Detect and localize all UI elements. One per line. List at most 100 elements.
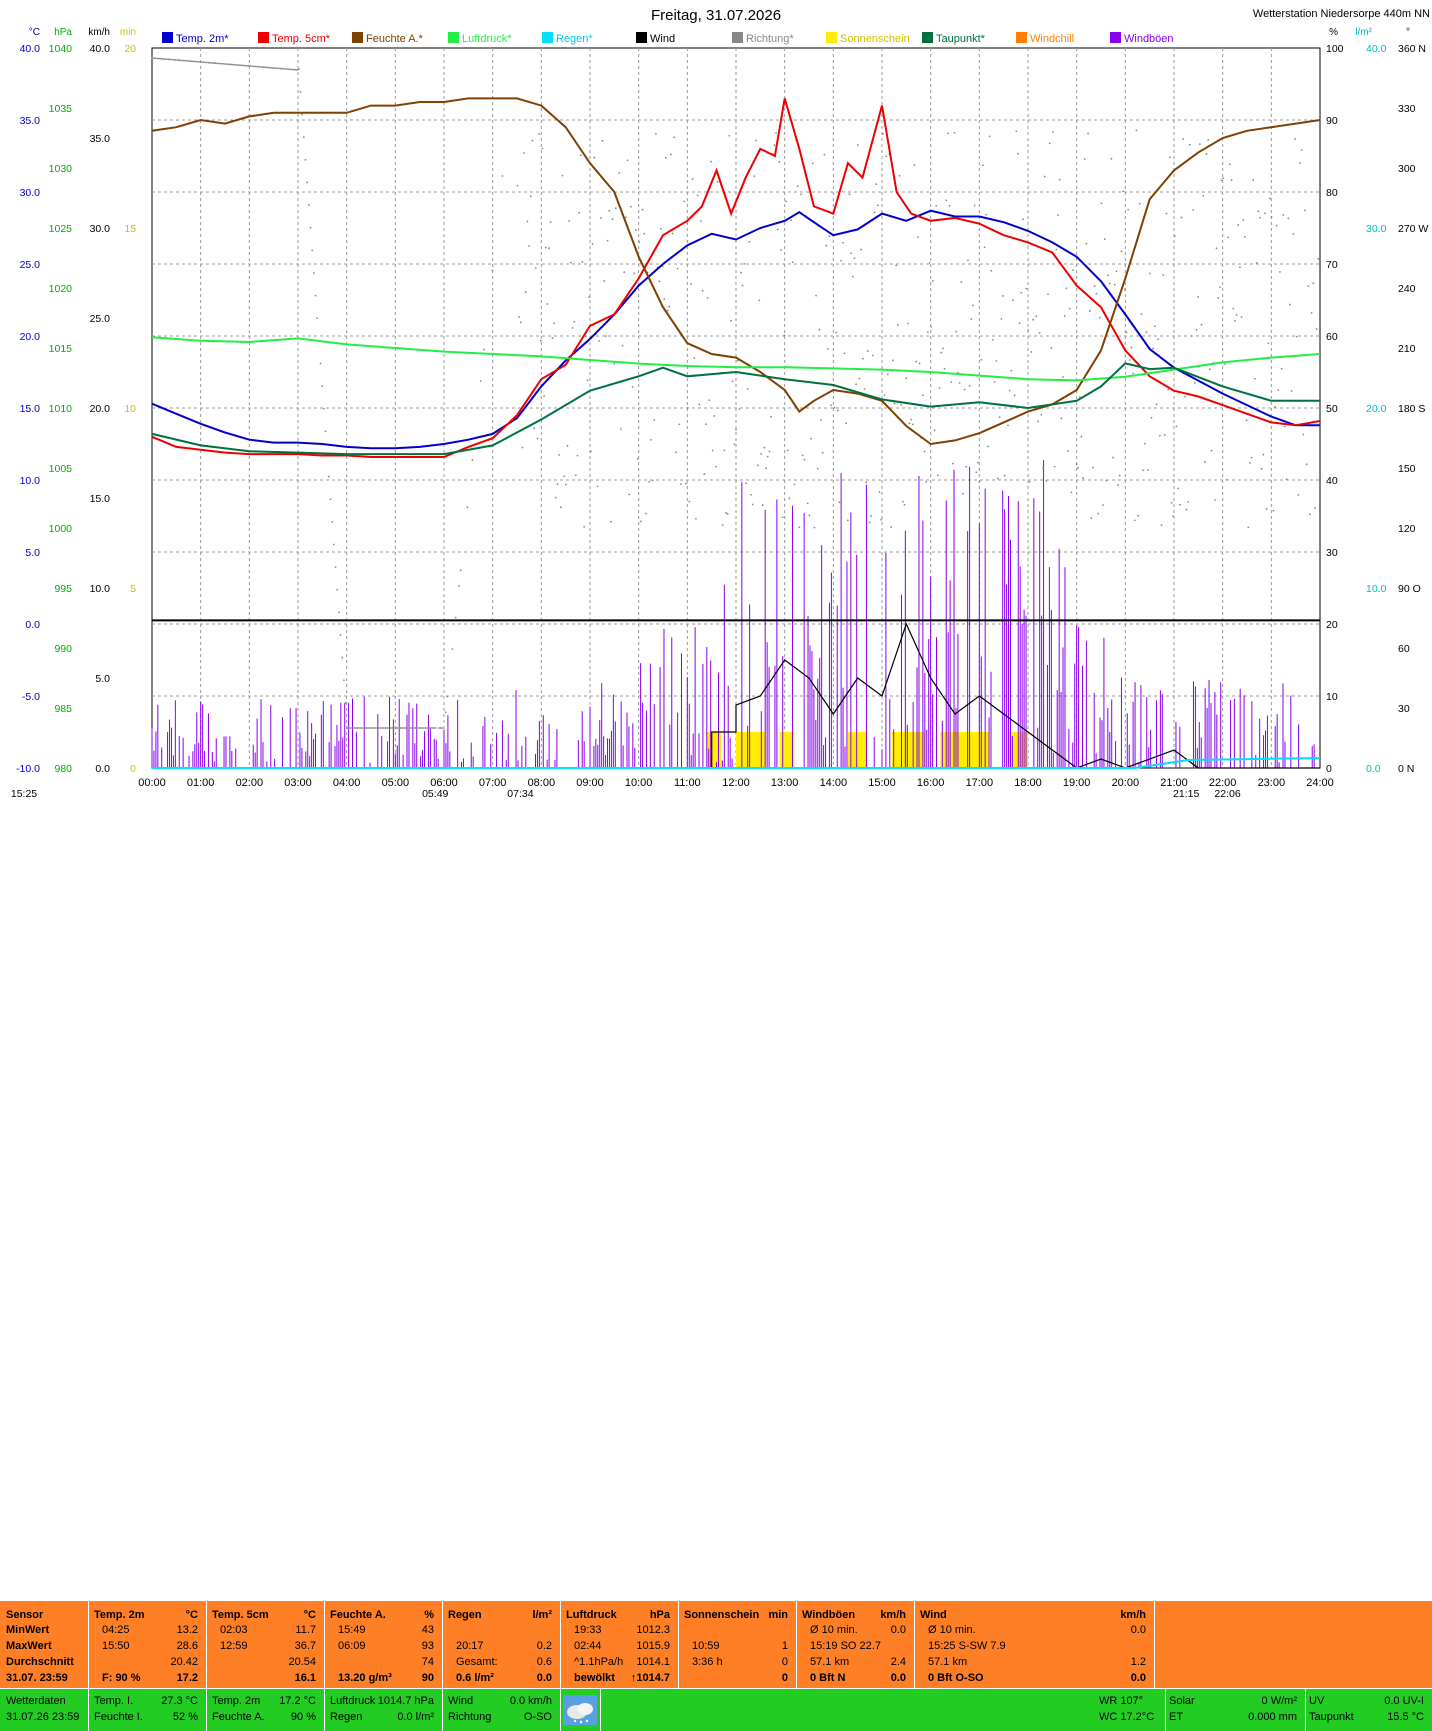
richtung-point [921,394,924,397]
richtung-point [344,702,347,704]
richtung-point [356,727,359,729]
richtung-point [566,444,569,447]
richtung-point [926,331,929,334]
richtung-point [331,520,334,523]
richtung-point [576,454,579,457]
richtung-point [843,352,846,355]
x-tick-label: 07:00 [479,777,507,789]
cell-label: 0 Bft O-SO [928,1672,984,1684]
richtung-point [673,136,676,139]
richtung-point [660,227,662,230]
axis-tick-label: 1005 [49,463,73,475]
richtung-point [1130,346,1133,349]
richtung-point [321,385,324,388]
richtung-point [706,297,709,299]
richtung-point [763,446,766,449]
richtung-point [179,59,182,62]
richtung-point [409,727,412,729]
richtung-point [232,63,235,66]
richtung-point [1302,433,1305,436]
richtung-point [955,330,958,333]
richtung-point [266,66,269,69]
richtung-point [516,184,519,187]
axis-tick-label: 300 [1398,163,1416,175]
richtung-point [1138,202,1141,205]
richtung-point [161,57,163,60]
richtung-point [521,446,524,449]
richtung-point [164,58,167,60]
richtung-point [773,144,776,147]
current-value-text: 90 % [290,1711,316,1723]
richtung-point [1013,394,1016,397]
richtung-point [1252,179,1255,181]
column-unit: km/h [1120,1609,1146,1621]
legend-entry: Temp. 5cm* [272,33,331,45]
richtung-point [1292,233,1295,235]
richtung-point [820,419,822,422]
richtung-point [1048,142,1051,145]
richtung-point [618,172,621,174]
axis-tick-label: 15.0 [20,403,41,415]
richtung-point [551,337,554,339]
richtung-point [368,727,370,729]
richtung-point [952,462,954,465]
richtung-point [191,60,193,63]
richtung-point [670,153,672,156]
richtung-point [408,727,410,729]
richtung-point [1310,312,1313,314]
richtung-point [601,139,604,142]
richtung-point [1299,162,1301,165]
richtung-point [1143,442,1146,445]
richtung-point [641,208,644,211]
richtung-point [901,500,904,503]
richtung-point [935,204,938,207]
richtung-point [960,281,963,283]
axis-tick-label: 40.0 [20,43,41,55]
richtung-point [182,59,185,62]
legend-swatch [448,32,459,43]
weather-icon-cell [560,1689,601,1731]
richtung-point [1215,247,1218,250]
richtung-point [861,357,864,360]
legend-entry: Luftdruck* [462,33,512,45]
richtung-point [998,416,1001,419]
axis-tick-label: 0 [1326,763,1332,775]
richtung-point [1222,177,1225,180]
current-value-text: 0 W/m² [1261,1695,1297,1707]
richtung-point [983,246,986,249]
richtung-point [800,193,802,196]
richtung-point [1168,156,1171,159]
axis-tick-label: 150 [1398,463,1416,475]
richtung-point [227,63,230,66]
richtung-point [1083,158,1086,160]
richtung-point [1090,517,1093,520]
richtung-point [626,159,629,162]
richtung-point [791,261,794,264]
richtung-point [1257,210,1260,213]
richtung-point [433,727,435,729]
richtung-point [376,727,379,729]
legend-swatch [922,32,933,43]
richtung-point [546,303,549,305]
richtung-point [189,60,192,63]
windboeen-series [151,460,1315,768]
richtung-point [231,63,233,66]
summary-column: Regen l/m² 20:17 0.2 Gesamt: 0.6 0.6 l/m² 0.0 [442,1601,561,1688]
current-values-cell: Temp. I. 27.3 °C Feuchte I. 52 % [88,1689,207,1731]
richtung-point [264,66,267,69]
richtung-point [933,429,936,432]
richtung-point [733,443,736,446]
richtung-point [434,727,437,729]
richtung-point [825,244,828,247]
richtung-point [1285,478,1288,481]
richtung-point [226,63,228,66]
richtung-point [1060,417,1063,420]
richtung-point [885,155,888,158]
richtung-point [1150,416,1153,419]
richtung-point [611,218,614,221]
richtung-point [993,380,996,383]
richtung-point [1244,235,1246,238]
richtung-point [354,727,357,729]
richtung-point [1193,381,1196,384]
richtung-point [1077,467,1079,469]
